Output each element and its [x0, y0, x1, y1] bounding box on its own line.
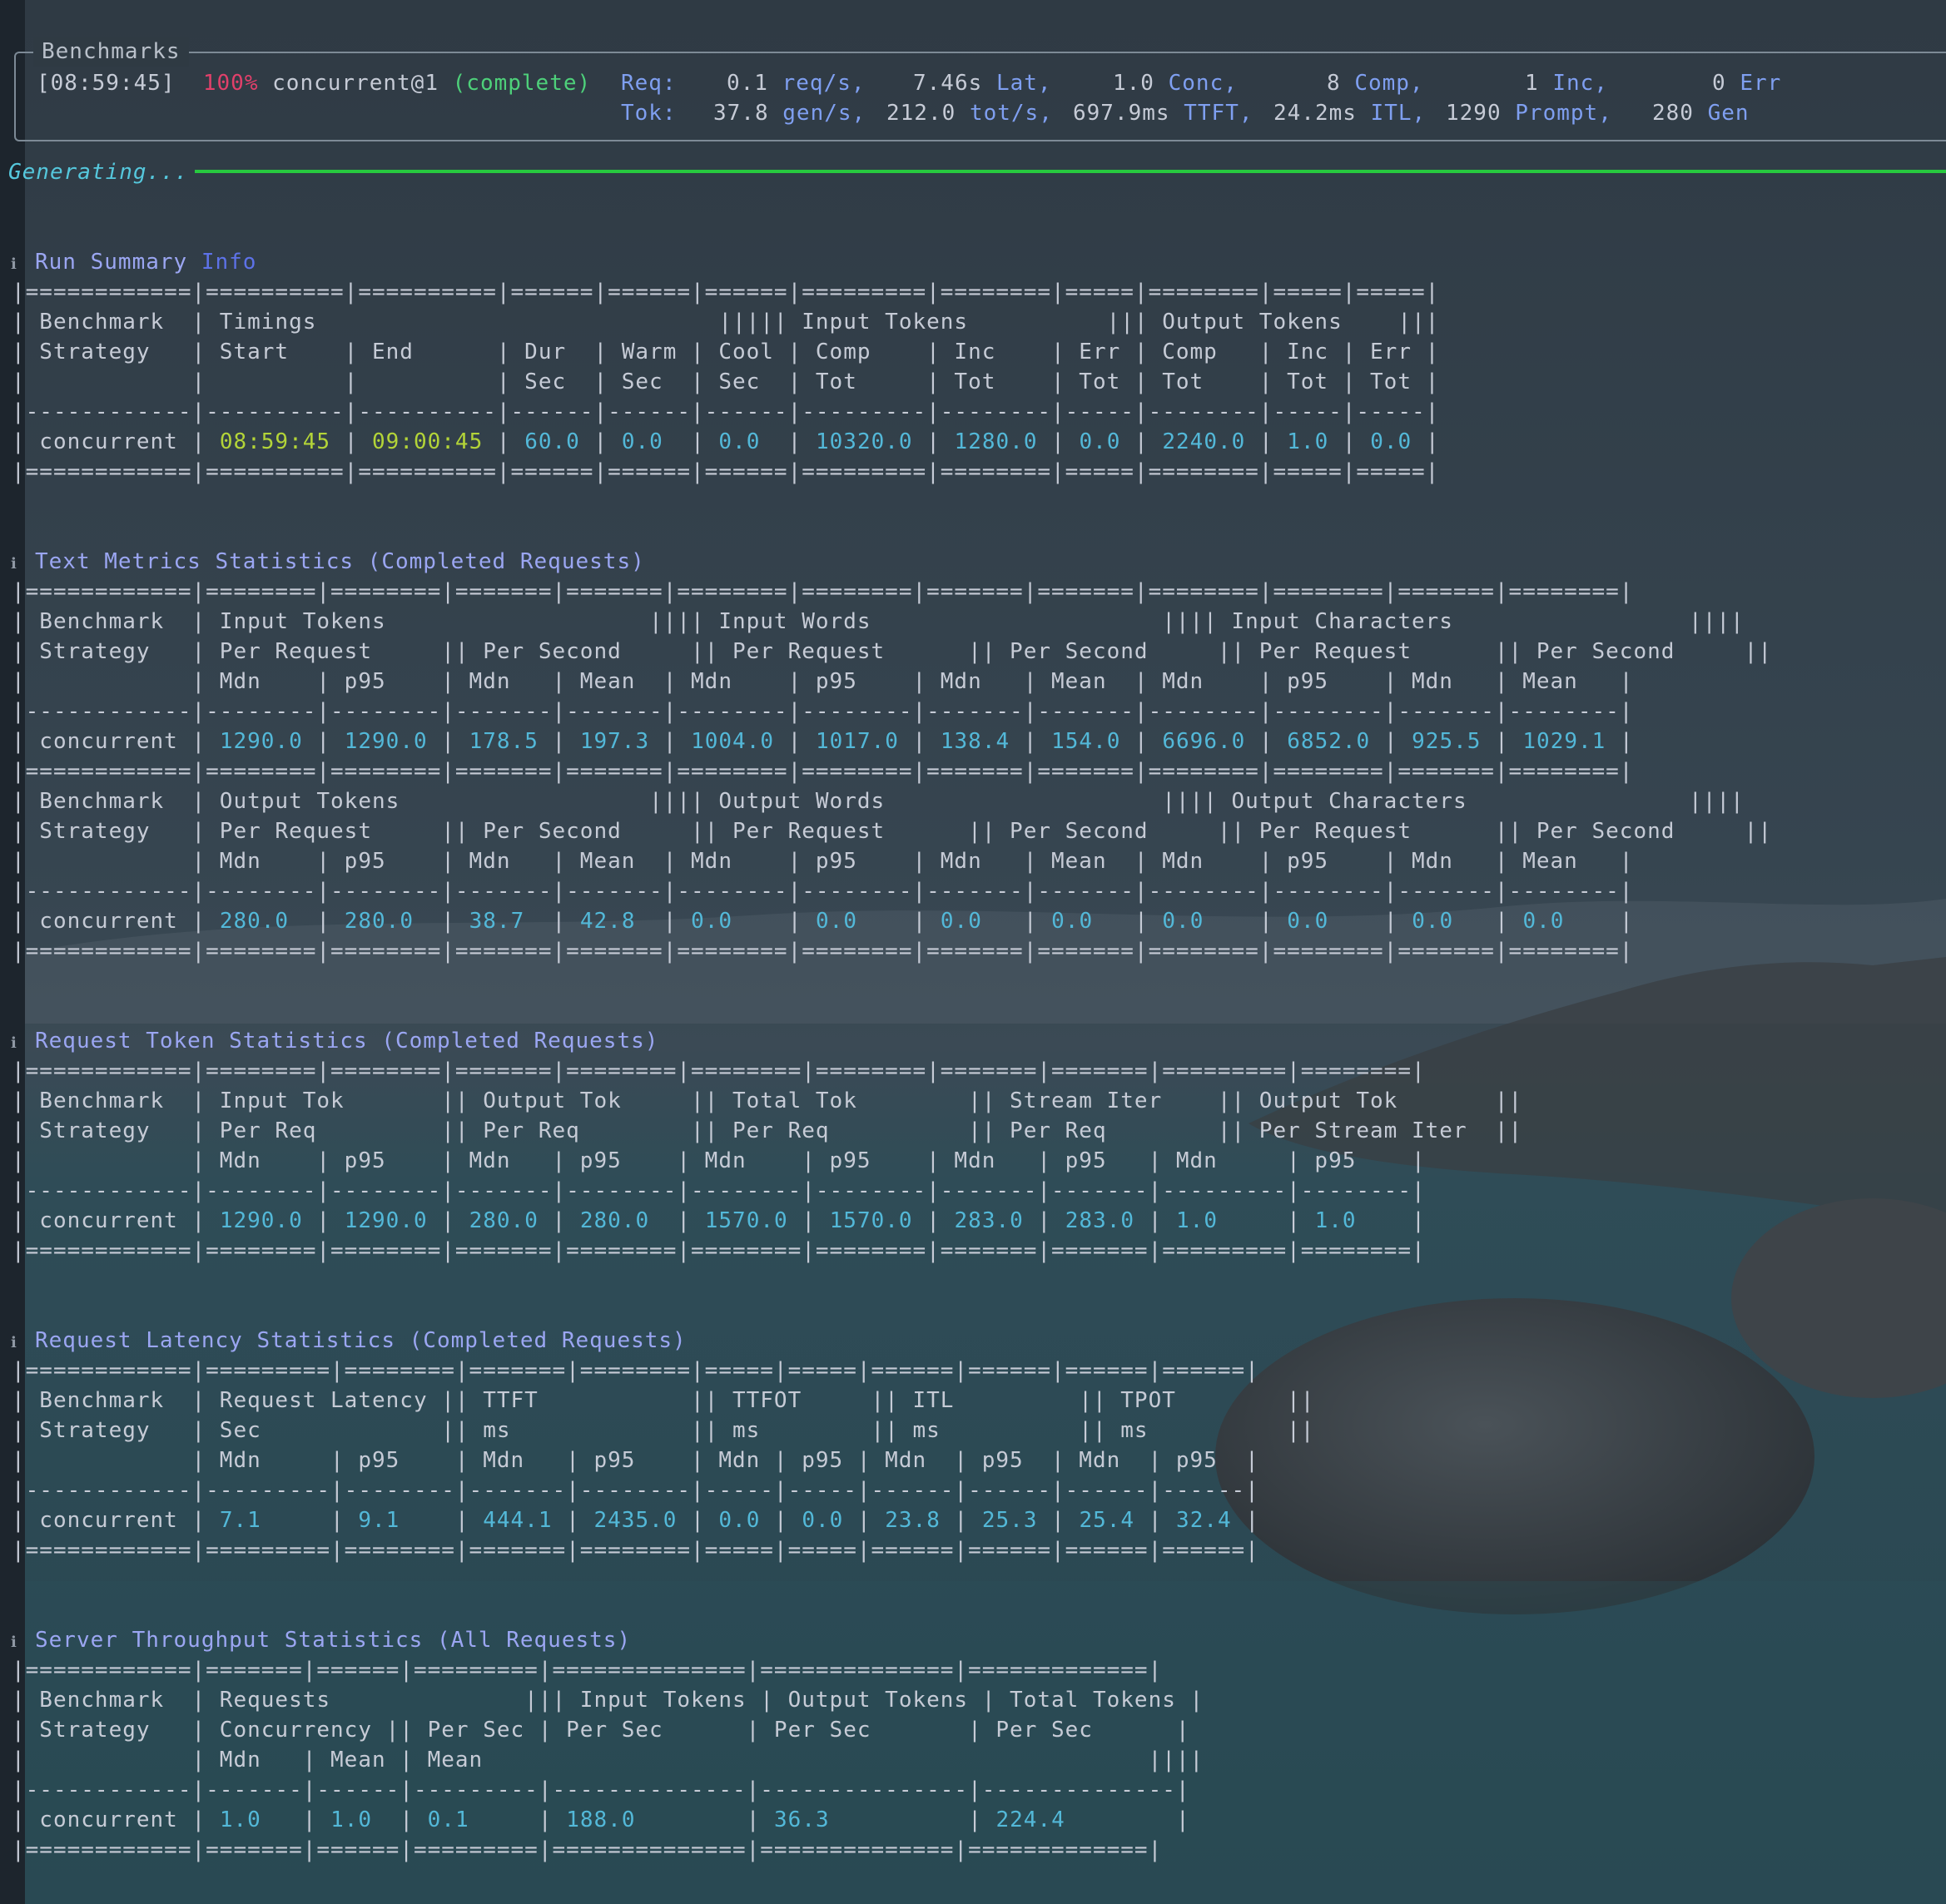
run-summary-table: |============|==========|==========|====…	[12, 280, 1440, 484]
request-latency-stats-table: |============|=========|========|=======…	[12, 1358, 1315, 1563]
run-summary-title: Run Summary Info	[35, 250, 257, 275]
req-rate: 0.1 req/s,	[727, 71, 866, 96]
request-token-stats-table: |============|========|========|=======|…	[12, 1059, 1523, 1263]
req-errors: 0 Err	[1712, 71, 1782, 96]
request-token-stats-title: Request Token Statistics (Completed Requ…	[35, 1029, 659, 1054]
req-label: Req:	[621, 71, 677, 96]
generating-status: Generating...	[8, 160, 189, 185]
info-icon: ℹ	[11, 255, 17, 273]
info-icon: ℹ	[11, 555, 17, 573]
benchmark-progress: 100%	[202, 71, 259, 96]
tok-label: Tok:	[621, 101, 677, 126]
info-icon: ℹ	[11, 1634, 17, 1651]
tok-itl: 24.2ms ITL,	[1273, 101, 1427, 126]
req-completed: 8 Comp,	[1327, 71, 1424, 96]
tok-total-rate: 212.0 tot/s,	[886, 101, 1053, 126]
tok-prompt: 1290 Prompt,	[1446, 101, 1612, 126]
benchmarks-panel-title: Benchmarks	[33, 37, 189, 67]
req-incomplete: 1 Inc,	[1525, 71, 1608, 96]
tok-gen-rate: 37.8 gen/s,	[713, 101, 866, 126]
terminal-output: Benchmarks [08:59:45] 100% concurrent@1 …	[0, 0, 1946, 1904]
req-concurrency: 1.0 Conc,	[1113, 71, 1238, 96]
req-latency: 7.46s Lat,	[913, 71, 1052, 96]
info-icon: ℹ	[11, 1034, 17, 1052]
request-latency-stats-title: Request Latency Statistics (Completed Re…	[35, 1328, 687, 1353]
tok-ttft: 697.9ms TTFT,	[1073, 101, 1253, 126]
server-throughput-stats-title: Server Throughput Statistics (All Reques…	[35, 1628, 632, 1653]
tok-gen: 280 Gen	[1652, 101, 1750, 126]
benchmark-strategy: concurrent@1	[272, 71, 439, 96]
benchmark-status: (complete)	[452, 71, 592, 96]
text-metrics-title: Text Metrics Statistics (Completed Reque…	[35, 549, 645, 574]
info-icon: ℹ	[11, 1334, 17, 1351]
benchmark-timestamp: [08:59:45]	[37, 71, 176, 96]
server-throughput-stats-table: |============|=======|======|=========|=…	[12, 1658, 1204, 1862]
text-metrics-table: |============|========|========|=======|…	[12, 579, 1772, 964]
benchmark-status-line: [08:59:45] 100% concurrent@1 (complete)	[37, 68, 591, 98]
generating-progress-bar	[195, 170, 1946, 173]
